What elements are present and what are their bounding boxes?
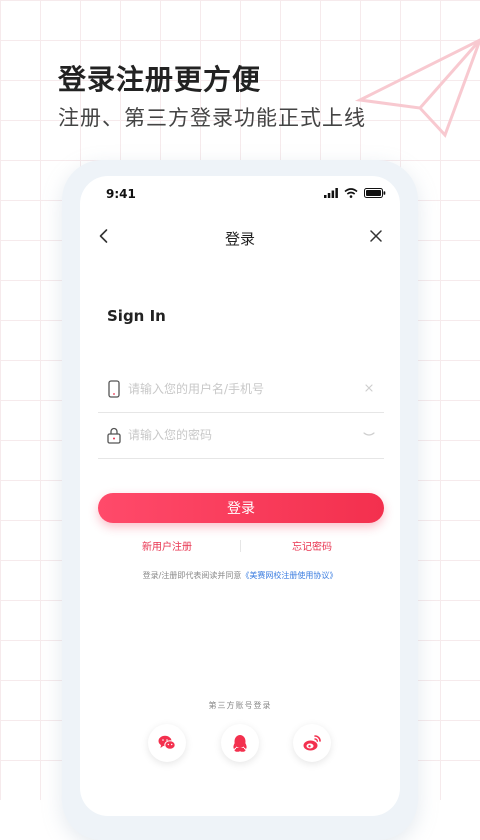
lock-icon <box>107 427 121 444</box>
signal-icon <box>324 188 338 198</box>
wifi-icon <box>344 188 358 198</box>
page-title: 登录 <box>224 230 255 248</box>
third-party-label: 第三方账号登录 <box>208 701 272 710</box>
password-input[interactable] <box>128 425 348 445</box>
hero-title: 登录注册更方便 <box>58 63 262 96</box>
username-field <box>98 366 384 413</box>
paper-plane-decoration <box>354 38 480 138</box>
username-input[interactable] <box>128 379 348 399</box>
hero-subtitle: 注册、第三方登录功能正式上线 <box>58 106 366 130</box>
account-links: 新用户注册 忘记密码 <box>80 538 400 554</box>
status-time: 9:41 <box>106 187 136 201</box>
close-icon[interactable] <box>366 226 386 246</box>
login-button[interactable]: 登录 <box>98 493 384 523</box>
weibo-icon <box>303 735 321 751</box>
agreement-prefix: 登录/注册即代表阅读并同意 <box>142 571 242 580</box>
qq-login-button[interactable] <box>221 724 259 762</box>
agreement-link[interactable]: 《美赛网校注册使用协议》 <box>241 571 337 580</box>
phone-screen: 9:41 登录 Sign In 请输入您的用户名/手机号 登录 新用户注册 忘记… <box>80 176 400 816</box>
agreement-text: 登录/注册即代表阅读并同意《美赛网校注册使用协议》 <box>80 570 400 581</box>
password-field <box>98 412 384 459</box>
forgot-password-link[interactable]: 忘记密码 <box>292 538 332 553</box>
clear-icon[interactable] <box>362 381 376 395</box>
eye-closed-icon[interactable] <box>362 427 376 441</box>
nav-bar: 登录 <box>80 220 400 254</box>
register-link[interactable]: 新用户注册 <box>142 538 192 553</box>
battery-icon <box>364 188 386 198</box>
link-divider <box>240 540 241 552</box>
status-icons <box>324 188 386 198</box>
sign-in-heading: Sign In <box>107 307 166 325</box>
wechat-icon <box>158 735 176 750</box>
weibo-login-button[interactable] <box>293 724 331 762</box>
qq-icon <box>233 735 247 752</box>
wechat-login-button[interactable] <box>148 724 186 762</box>
phone-icon <box>108 380 120 398</box>
status-bar: 9:41 <box>80 176 400 212</box>
